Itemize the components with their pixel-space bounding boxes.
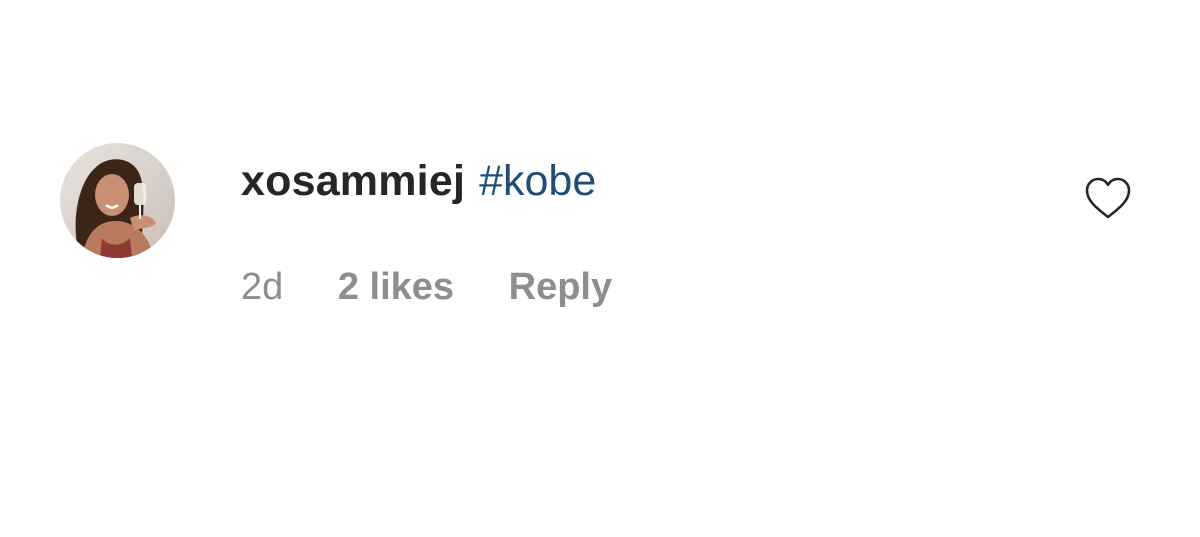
avatar[interactable] bbox=[60, 143, 175, 258]
likes-count-button[interactable]: 2 likes bbox=[338, 262, 454, 312]
reply-button[interactable]: Reply bbox=[509, 262, 612, 312]
hashtag-link[interactable]: #kobe bbox=[479, 157, 596, 205]
comment-item: xosammiej #kobe 2d 2 likes Reply bbox=[0, 0, 1200, 537]
comment-text-line: xosammiej #kobe bbox=[241, 153, 596, 209]
like-button[interactable] bbox=[1083, 175, 1133, 221]
comment-meta: 2d 2 likes Reply bbox=[241, 262, 612, 312]
username-link[interactable]: xosammiej bbox=[241, 157, 465, 205]
timestamp[interactable]: 2d bbox=[241, 262, 283, 312]
avatar-image bbox=[60, 143, 175, 258]
heart-outline-icon bbox=[1085, 177, 1131, 219]
